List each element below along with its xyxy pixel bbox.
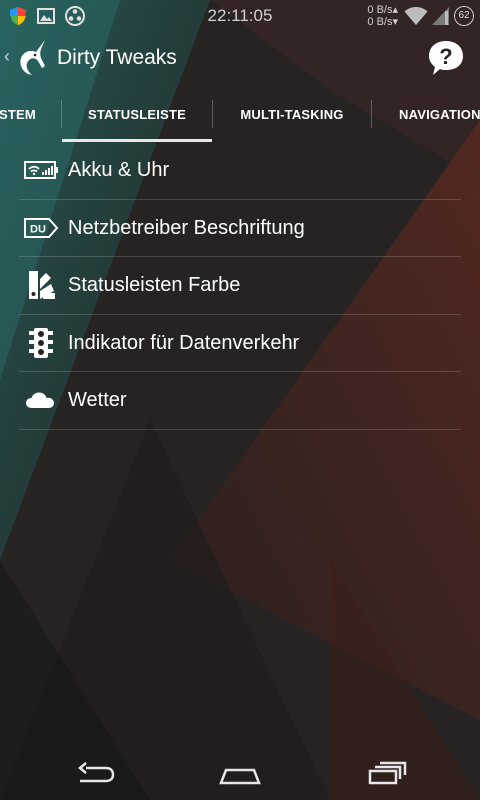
tab-statusleiste[interactable]: STATUSLEISTE <box>62 88 212 142</box>
list-item-netzbetreiber[interactable]: DU Netzbetreiber Beschriftung <box>19 200 461 257</box>
cloud-icon <box>26 392 54 408</box>
color-palette-icon <box>29 271 55 299</box>
list-item-akku-uhr[interactable]: Akku & Uhr <box>19 142 461 200</box>
help-icon[interactable]: ? <box>426 38 466 78</box>
net-up-speed: 0 B/s▴ <box>367 4 398 16</box>
list-item-statusleisten-farbe[interactable]: Statusleisten Farbe <box>19 257 461 315</box>
navigation-bar <box>0 748 480 800</box>
status-bar: 22:11:05 0 B/s▴ 0 B/s▾ 62 <box>0 0 480 32</box>
tab-multi-tasking[interactable]: MULTI-TASKING <box>213 88 371 142</box>
back-icon[interactable] <box>72 758 120 790</box>
list-item-label: Akku & Uhr <box>68 159 170 181</box>
list-item-datenverkehr[interactable]: Indikator für Datenverkehr <box>19 315 461 372</box>
app-logo-unicorn-icon[interactable] <box>12 38 50 78</box>
tab-divider <box>371 100 372 128</box>
home-icon[interactable] <box>216 758 264 790</box>
signal-icon <box>432 7 449 25</box>
list-item-wetter[interactable]: Wetter <box>19 372 461 430</box>
list-item-label: Indikator für Datenverkehr <box>68 331 300 354</box>
list-item-label: Statusleisten Farbe <box>68 274 241 296</box>
battery-clock-icon <box>24 161 58 179</box>
svg-text:?: ? <box>439 44 452 69</box>
tab-bar: STEM STATUSLEISTE MULTI-TASKING NAVIGATI… <box>0 88 480 142</box>
tab-system[interactable]: STEM <box>0 88 54 142</box>
network-speed: 0 B/s▴ 0 B/s▾ <box>367 4 398 28</box>
net-down-speed: 0 B/s▾ <box>367 16 398 28</box>
action-bar: ‹ Dirty Tweaks ? <box>0 34 480 84</box>
list-item-label: Wetter <box>68 389 127 411</box>
app-title: Dirty Tweaks <box>57 46 177 69</box>
list-item-label: Netzbetreiber Beschriftung <box>68 216 305 239</box>
svg-text:DU: DU <box>30 223 46 235</box>
tab-selected-indicator <box>62 139 212 142</box>
system-icons: 0 B/s▴ 0 B/s▾ 62 <box>367 2 474 30</box>
tab-navigation[interactable]: NAVIGATION <box>399 88 480 142</box>
wifi-icon <box>404 7 428 25</box>
battery-icon: 62 <box>454 6 474 26</box>
carrier-label-icon: DU <box>24 217 59 238</box>
up-chevron-icon[interactable]: ‹ <box>4 46 10 67</box>
traffic-light-icon <box>29 327 53 358</box>
settings-list: Akku & Uhr DU Netzbetreiber Beschriftung… <box>19 142 461 430</box>
recents-icon[interactable] <box>364 758 412 790</box>
